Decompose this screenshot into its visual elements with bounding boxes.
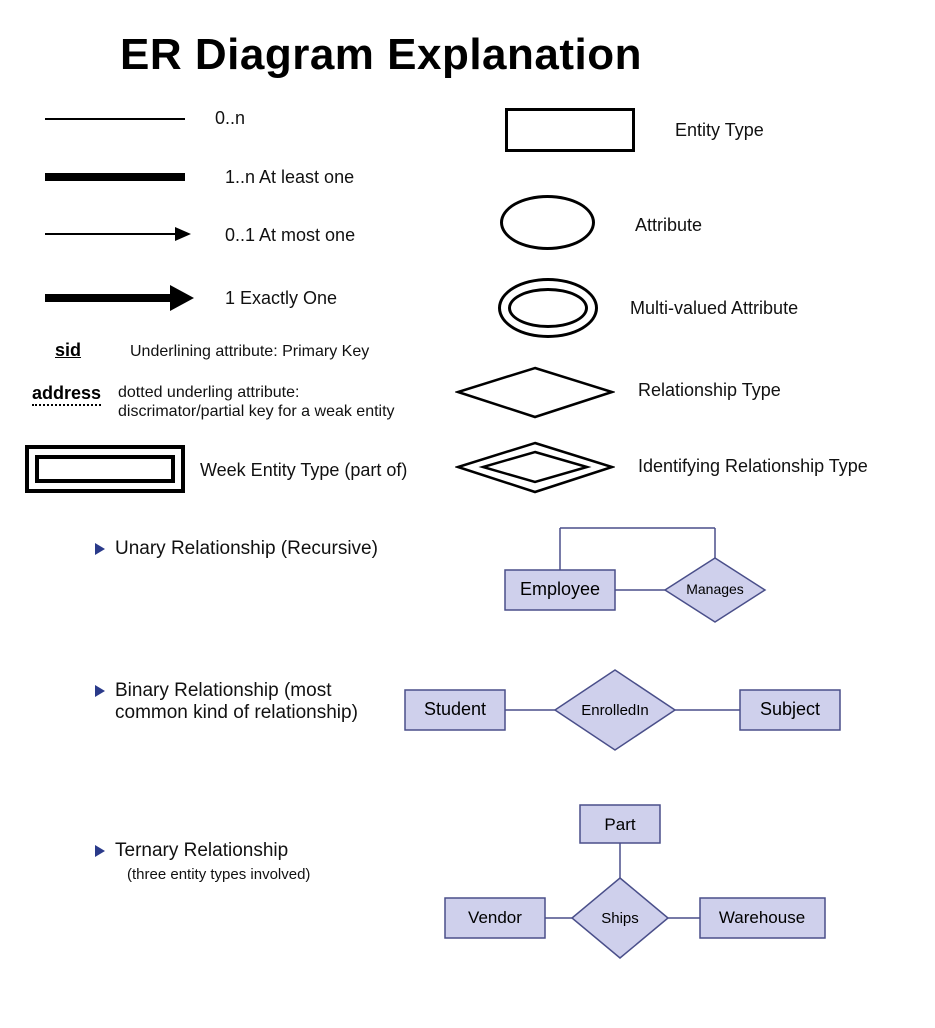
legend-one-label: 1 Exactly One: [225, 288, 337, 309]
unary-bullet: Unary Relationship (Recursive): [95, 538, 378, 560]
unary-title: Unary Relationship (Recursive): [115, 538, 378, 559]
entity-type-icon: [505, 108, 635, 152]
er-diagram-page: ER Diagram Explanation 0..n 1..n At leas…: [0, 0, 935, 1028]
multi-valued-label: Multi-valued Attribute: [630, 298, 798, 319]
svg-text:Employee: Employee: [520, 579, 600, 599]
weak-entity-icon: [25, 445, 185, 493]
address-label: address: [32, 383, 101, 406]
arrow-thin-icon: [45, 227, 191, 241]
svg-text:Part: Part: [604, 815, 635, 834]
legend-one-n-label: 1..n At least one: [225, 167, 354, 188]
address-desc-line1: dotted underling attribute:: [118, 383, 299, 404]
legend-zero-n: [45, 118, 185, 120]
identifying-relationship-label: Identifying Relationship Type: [638, 456, 868, 477]
svg-text:Subject: Subject: [760, 699, 820, 719]
sid-desc: Underlining attribute: Primary Key: [130, 342, 369, 363]
bullet-icon: [95, 543, 105, 555]
bullet-icon: [95, 845, 105, 857]
sid-label: sid: [55, 340, 81, 360]
bullet-icon: [95, 685, 105, 697]
address-desc-line2: discrimator/partial key for a weak entit…: [118, 402, 395, 423]
relationship-icon: [455, 365, 615, 420]
svg-text:Vendor: Vendor: [468, 908, 522, 927]
attribute-icon: [500, 195, 595, 250]
legend-zero-n-label: 0..n: [215, 108, 245, 129]
ternary-title: Ternary Relationship: [115, 840, 288, 861]
multi-valued-attribute-icon: [498, 278, 598, 338]
sid-row: sid: [55, 340, 81, 361]
entity-type-label: Entity Type: [675, 120, 764, 141]
svg-text:Manages: Manages: [686, 581, 744, 597]
legend-one: [45, 285, 194, 311]
binary-bullet: Binary Relationship (most common kind of…: [95, 680, 358, 724]
ternary-subtitle: (three entity types involved): [127, 866, 310, 883]
relationship-label: Relationship Type: [638, 380, 781, 401]
legend-zero-one-label: 0..1 At most one: [225, 225, 355, 246]
arrow-thick-icon: [45, 285, 194, 311]
weak-entity-label: Week Entity Type (part of): [200, 460, 407, 481]
address-row: address: [32, 383, 101, 404]
legend-zero-one: [45, 227, 191, 241]
svg-text:EnrolledIn: EnrolledIn: [581, 702, 649, 719]
attribute-label: Attribute: [635, 215, 702, 236]
binary-title-line2: common kind of relationship): [115, 702, 358, 724]
page-title: ER Diagram Explanation: [120, 30, 642, 80]
line-thick-icon: [45, 173, 185, 181]
ternary-diagram: Part Vendor Ships Warehouse: [400, 800, 880, 1000]
binary-diagram: Student EnrolledIn Subject: [400, 660, 880, 760]
svg-text:Student: Student: [424, 699, 486, 719]
legend-one-n: [45, 173, 185, 181]
svg-text:Warehouse: Warehouse: [719, 908, 805, 927]
svg-text:Ships: Ships: [601, 910, 639, 927]
line-thin-icon: [45, 118, 185, 120]
ternary-bullet: Ternary Relationship (three entity types…: [95, 840, 310, 883]
unary-diagram: Employee Manages: [490, 510, 790, 630]
binary-title-line1: Binary Relationship (most: [115, 680, 331, 701]
identifying-relationship-icon: [455, 440, 615, 495]
